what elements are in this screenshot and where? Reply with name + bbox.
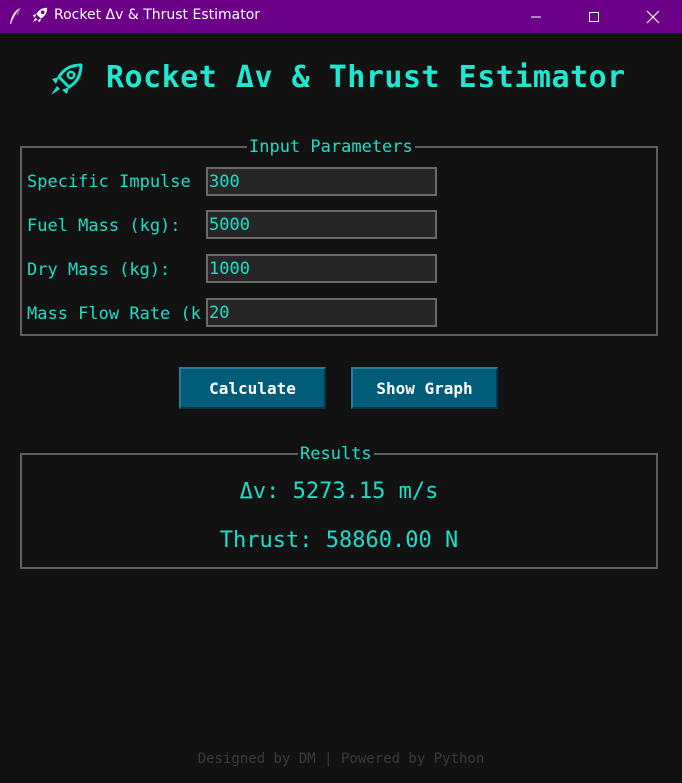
rocket-icon xyxy=(51,63,83,95)
specific-impulse-label: Specific Impulse (s): xyxy=(27,172,202,192)
maximize-button[interactable] xyxy=(565,0,623,33)
results-legend: Results xyxy=(298,444,374,464)
maximize-icon xyxy=(589,11,599,22)
window-titlebar[interactable]: Rocket Δv & Thrust Estimator xyxy=(0,0,682,33)
delta-v-result: Δv: 5273.15 m/s xyxy=(239,479,439,504)
input-parameters-group: Input Parameters Specific Impulse (s): F… xyxy=(20,137,658,336)
close-icon xyxy=(646,10,660,23)
dry-mass-label: Dry Mass (kg): xyxy=(27,260,171,280)
window-title: Rocket Δv & Thrust Estimator xyxy=(54,7,261,23)
minimize-button[interactable] xyxy=(507,0,565,33)
fuel-mass-input[interactable] xyxy=(206,210,437,239)
dry-mass-input[interactable] xyxy=(206,254,437,283)
mass-flow-rate-label: Mass Flow Rate (kg/s): xyxy=(27,304,202,324)
calculate-button[interactable]: Calculate xyxy=(179,367,326,409)
quill-icon xyxy=(10,7,21,24)
footer-credits: Designed by DM | Powered by Python xyxy=(197,751,485,767)
page-title: Rocket Δv & Thrust Estimator xyxy=(106,60,626,95)
show-graph-button[interactable]: Show Graph xyxy=(351,367,498,409)
rocket-icon xyxy=(32,7,48,23)
close-button[interactable] xyxy=(624,0,682,33)
input-parameters-legend: Input Parameters xyxy=(247,137,415,157)
minimize-icon xyxy=(531,16,541,17)
fuel-mass-label: Fuel Mass (kg): xyxy=(27,216,181,236)
mass-flow-rate-input[interactable] xyxy=(206,298,437,327)
thrust-result: Thrust: 58860.00 N xyxy=(219,528,459,553)
results-group: Results Δv: 5273.15 m/s Thrust: 58860.00… xyxy=(20,444,658,569)
app-header: Rocket Δv & Thrust Estimator xyxy=(0,56,682,100)
specific-impulse-input[interactable] xyxy=(206,167,437,196)
